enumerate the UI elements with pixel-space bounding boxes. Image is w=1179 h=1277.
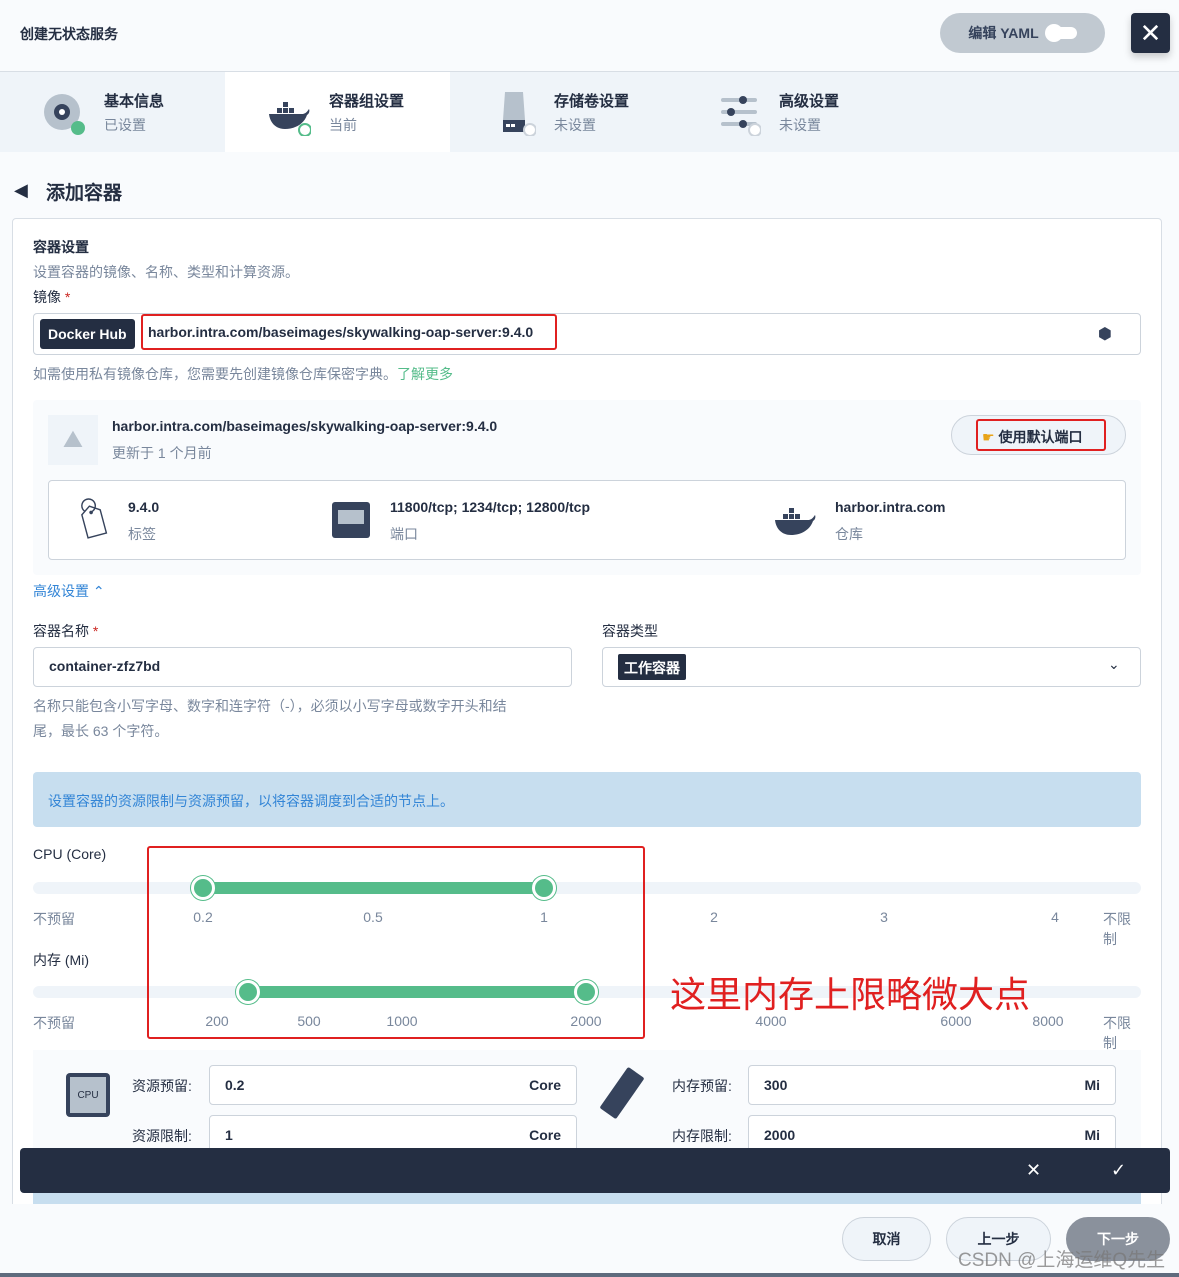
unit: Mi <box>1084 1127 1100 1143</box>
step-name: 高级设置 <box>779 93 840 110</box>
advanced-settings-toggle[interactable]: 高级设置 ⌃ <box>33 581 105 601</box>
name-hint: 名称只能包含小写字母、数字和连字符（-），必须以小写字母或数字开头和结 <box>33 698 507 714</box>
hand-point-icon: ☛ <box>982 429 995 445</box>
image-updated: 更新于 1 个月前 <box>112 445 212 461</box>
image-value[interactable]: harbor.intra.com/baseimages/skywalking-o… <box>141 314 557 350</box>
name-hint: 尾，最长 63 个字符。 <box>33 723 169 739</box>
slider-tick: 8000 <box>1032 1013 1064 1029</box>
docker-icon <box>775 508 816 535</box>
cancel-button[interactable]: 取消 <box>842 1217 931 1261</box>
value: 2000 <box>764 1127 796 1143</box>
step-storage[interactable]: 存储卷设置 未设置 <box>450 72 675 152</box>
chip-label: CPU <box>70 1077 106 1113</box>
step-status: 未设置 <box>554 117 596 133</box>
edit-yaml-label: 编辑 YAML <box>968 25 1039 41</box>
chevron-up-icon: ⌃ <box>92 583 105 599</box>
label-text: 镜像 <box>33 289 61 305</box>
cpu-reserve-label: 资源预留: <box>132 1078 192 1094</box>
disc-icon <box>44 94 85 135</box>
section-title: 容器设置 <box>33 239 89 255</box>
panel-bottom <box>33 1192 1141 1204</box>
steps-bar: 基本信息已设置 容器组设置当前 存储卷设置未设置 高级设置未设置 <box>0 72 1179 152</box>
slider-tick: 不预留 <box>33 911 75 927</box>
slider-tick: 不限制 <box>1103 1015 1131 1051</box>
step-status: 当前 <box>329 117 357 133</box>
step-advanced[interactable]: 高级设置 未设置 <box>675 72 900 152</box>
registry-select[interactable]: Docker Hub <box>40 319 135 349</box>
slider-tick: 不限制 <box>1103 911 1131 947</box>
required-mark: * <box>64 289 71 305</box>
close-icon: ✕ <box>1139 17 1162 48</box>
bottom-edge <box>0 1273 1179 1277</box>
image-meta-box <box>48 480 1126 560</box>
annotation-text: 这里内存上限略微大点 <box>670 974 1031 1015</box>
learn-more-link[interactable]: 了解更多 <box>397 366 453 382</box>
annotation-box <box>147 846 645 1039</box>
close-button[interactable]: ✕ <box>1131 13 1170 53</box>
dialog-title: 创建无状态服务 <box>20 26 118 42</box>
slider-tick: 3 <box>880 909 888 925</box>
image-label: 镜像 * <box>33 287 70 307</box>
edit-confirm-bar <box>20 1148 1170 1193</box>
cpu-limit-label: 资源限制: <box>132 1128 192 1144</box>
slider-tick: 不预留 <box>33 1015 75 1031</box>
sliders-icon <box>721 96 761 136</box>
value: 1 <box>225 1127 233 1143</box>
unit: Mi <box>1084 1077 1100 1093</box>
container-name-input[interactable]: container-zfz7bd <box>33 647 572 687</box>
confirm-edit-icon[interactable]: ✓ <box>1111 1160 1126 1181</box>
mem-limit-label: 内存限制: <box>672 1128 732 1144</box>
docker-icon <box>269 102 311 136</box>
step-container-group[interactable]: 容器组设置 当前 <box>225 72 450 152</box>
page-title: 添加容器 <box>46 183 123 204</box>
required-mark: * <box>92 623 99 639</box>
slider-tick: 4 <box>1051 909 1059 925</box>
unit: Core <box>529 1077 561 1093</box>
image-name: harbor.intra.com/baseimages/skywalking-o… <box>112 418 498 434</box>
section-desc: 设置容器的镜像、名称、类型和计算资源。 <box>33 264 299 280</box>
resource-tip-banner: 设置容器的资源限制与资源预留，以将容器调度到合适的节点上。 <box>33 772 1141 827</box>
type-label: 容器类型 <box>602 623 658 639</box>
use-default-ports-label: 使用默认端口 <box>998 429 1083 445</box>
step-name: 容器组设置 <box>329 93 405 110</box>
cancel-edit-icon[interactable]: ✕ <box>1026 1160 1041 1181</box>
memory-label: 内存 (Mi) <box>33 952 89 968</box>
value: 300 <box>764 1077 788 1093</box>
mem-reserve-label: 内存预留: <box>672 1078 732 1094</box>
cpu-chip-icon: CPU <box>66 1073 110 1117</box>
value: 0.2 <box>225 1077 245 1093</box>
toggle-switch-icon <box>1044 24 1077 42</box>
watermark: CSDN @上海运维Q先生 <box>958 1250 1166 1271</box>
edit-yaml-toggle[interactable]: 编辑 YAML <box>940 13 1105 53</box>
type-value: 工作容器 <box>618 654 686 680</box>
mem-reserve-input[interactable]: 300 Mi <box>748 1065 1116 1105</box>
step-status: 已设置 <box>104 117 146 133</box>
name-label: 容器名称 <box>33 623 89 639</box>
storage-icon <box>503 92 536 136</box>
image-hint: 如需使用私有镜像仓库，您需要先创建镜像仓库保密字典。 <box>33 366 397 382</box>
step-basic-info[interactable]: 基本信息 已设置 <box>0 72 225 152</box>
port-icon <box>332 502 370 538</box>
chevron-down-icon: ⌄ <box>1108 656 1120 672</box>
ports-value: 11800/tcp; 1234/tcp; 12800/tcp <box>390 499 591 515</box>
tag-label: 标签 <box>128 526 156 542</box>
registry-value: harbor.intra.com <box>835 499 946 515</box>
unit: Core <box>529 1127 561 1143</box>
cpu-label: CPU (Core) <box>33 846 107 862</box>
back-arrow-icon[interactable]: ◀ <box>14 180 28 201</box>
registry-label: 仓库 <box>835 526 863 542</box>
step-name: 存储卷设置 <box>554 93 630 110</box>
tag-value: 9.4.0 <box>128 499 160 515</box>
image-placeholder-icon: ⛰ <box>48 415 98 465</box>
cube-icon[interactable]: ⬢ <box>1098 324 1112 344</box>
slider-tick: 2 <box>710 909 718 925</box>
step-status: 未设置 <box>779 117 821 133</box>
ports-label: 端口 <box>390 526 418 542</box>
step-name: 基本信息 <box>104 93 165 110</box>
cpu-reserve-input[interactable]: 0.2 Core <box>209 1065 577 1105</box>
advanced-label: 高级设置 <box>33 583 89 599</box>
